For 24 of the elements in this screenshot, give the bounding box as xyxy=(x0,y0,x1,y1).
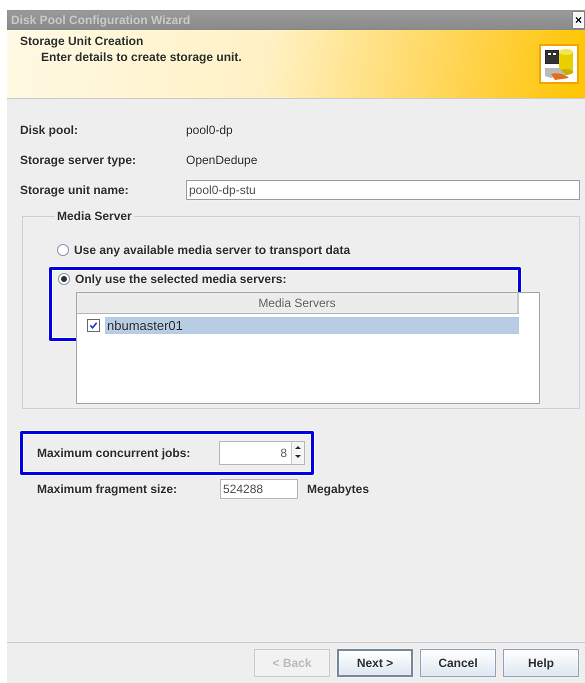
field-value: OpenDedupe xyxy=(186,153,258,167)
unit-label: Megabytes xyxy=(307,482,370,496)
radio-option[interactable]: Only use the selected media servers: xyxy=(58,272,510,286)
group-title: Media Server xyxy=(56,209,133,223)
input-field[interactable]: 524288 xyxy=(220,479,298,499)
window-title: Disk Pool Configuration Wizard xyxy=(11,13,190,27)
checkbox[interactable] xyxy=(87,319,100,332)
column-header[interactable]: Media Servers xyxy=(77,293,519,314)
field-label: Storage server type: xyxy=(20,153,138,167)
field-label: Storage unit name: xyxy=(20,183,130,197)
radio-option[interactable]: Use any available media server to transport data xyxy=(57,243,569,257)
page-title: Storage Unit Creation xyxy=(20,34,144,48)
page-subtitle: Enter details to create storage unit. xyxy=(40,50,242,64)
close-button[interactable]: × xyxy=(572,11,585,29)
input-field[interactable]: pool0-dp-stu xyxy=(186,180,580,200)
field-label: Maximum concurrent jobs: xyxy=(37,446,192,460)
field-label: Maximum fragment size: xyxy=(37,482,178,496)
field-value: pool0-dp xyxy=(186,123,233,137)
wizard-button[interactable]: Cancel xyxy=(420,649,496,677)
table-cell[interactable]: nbumaster01 xyxy=(105,317,519,334)
wizard-button[interactable]: Help xyxy=(503,649,579,677)
field-label: Disk pool: xyxy=(20,123,80,137)
spinner-field[interactable]: 8 xyxy=(219,441,305,465)
wizard-button[interactable]: Next > xyxy=(337,649,413,677)
